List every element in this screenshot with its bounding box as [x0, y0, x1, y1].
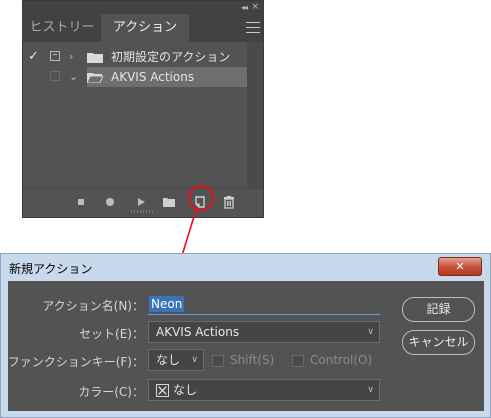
panel-scrollbar[interactable]: [247, 42, 263, 188]
dialog-title: 新規アクション: [9, 262, 93, 276]
chevron-down-icon[interactable]: ⌄: [69, 67, 79, 87]
folder-icon[interactable]: [162, 195, 176, 209]
folder-icon: [87, 53, 103, 63]
set-select-value: AKVIS Actions: [156, 325, 240, 339]
action-list: ✓ › 初期設定のアクション ⌄ AKVIS Actions: [23, 42, 247, 188]
new-action-icon[interactable]: [193, 195, 207, 209]
control-label: Control(O): [310, 353, 373, 367]
function-key-value: なし: [156, 353, 181, 367]
play-icon[interactable]: [134, 195, 148, 209]
chevron-down-icon: ∨: [367, 327, 374, 337]
function-key-label: ファンクションキー(F)：: [7, 355, 144, 369]
action-name-label: アクション名(N)：: [42, 299, 144, 313]
control-checkbox[interactable]: [292, 355, 304, 367]
panel-menu-icon[interactable]: [246, 18, 260, 38]
shift-label: Shift(S): [230, 353, 275, 367]
set-select[interactable]: AKVIS Actions ∨: [148, 321, 380, 343]
stop-icon[interactable]: [74, 195, 88, 209]
trash-icon[interactable]: [222, 195, 236, 209]
color-select[interactable]: なし ∨: [148, 379, 380, 401]
action-name-input[interactable]: Neon: [148, 293, 380, 315]
tab-history[interactable]: ヒストリー: [23, 14, 101, 42]
dialog-toggle-icon[interactable]: [50, 51, 60, 61]
action-set-label: AKVIS Actions: [111, 70, 195, 84]
record-icon[interactable]: [103, 195, 117, 209]
shift-checkbox[interactable]: [212, 355, 224, 367]
collapse-panel-icon[interactable]: ◂◂: [241, 1, 248, 14]
checkmark-icon[interactable]: ✓: [28, 49, 40, 65]
list-item[interactable]: ✓ › 初期設定のアクション: [23, 47, 247, 67]
cancel-button[interactable]: キャンセル: [402, 330, 475, 355]
no-color-icon: [156, 384, 169, 397]
color-label: カラー(C)：: [78, 385, 144, 399]
dialog-body: アクション名(N)： Neon セット(E)： AKVIS Actions ∨ …: [8, 281, 484, 411]
chevron-right-icon[interactable]: ›: [69, 47, 79, 67]
tab-actions[interactable]: アクション: [101, 14, 189, 42]
checkbox-empty-icon[interactable]: [50, 71, 60, 81]
resize-grip[interactable]: [131, 210, 153, 213]
set-label: セット(E)：: [79, 327, 144, 341]
function-key-select[interactable]: なし ∨: [148, 349, 204, 371]
actions-panel: ◂◂ × ヒストリー アクション ✓ › 初期設定のアクション ⌄ AKVIS …: [22, 0, 264, 218]
close-panel-icon[interactable]: ×: [251, 1, 259, 14]
chevron-down-icon: ∨: [367, 385, 374, 395]
list-item[interactable]: ⌄ AKVIS Actions: [23, 67, 247, 87]
new-action-dialog: 新規アクション ✕ アクション名(N)： Neon セット(E)： AKVIS …: [0, 253, 491, 418]
record-button[interactable]: 記録: [402, 297, 475, 322]
chevron-down-icon: ∨: [191, 355, 198, 365]
action-name-value: Neon: [149, 296, 185, 312]
panel-tab-bar: ヒストリー アクション: [23, 14, 263, 42]
panel-top-strip: ◂◂ ×: [23, 1, 263, 14]
close-button[interactable]: ✕: [438, 257, 482, 276]
color-select-value: なし: [173, 383, 198, 397]
action-set-label: 初期設定のアクション: [111, 50, 231, 64]
folder-open-icon: [87, 73, 103, 83]
